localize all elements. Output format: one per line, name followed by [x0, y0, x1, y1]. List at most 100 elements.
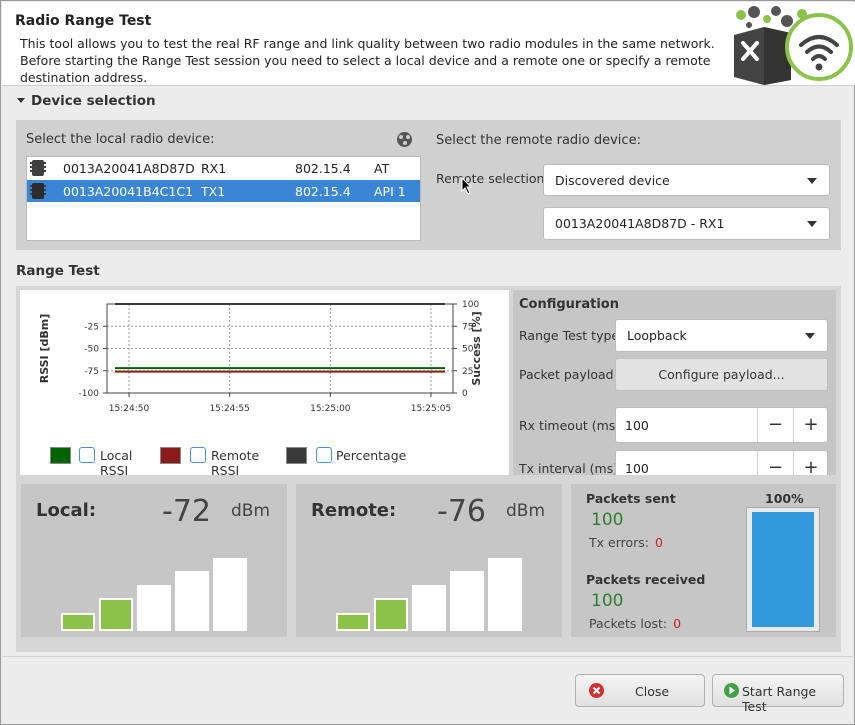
dialog-description: This tool allows you to test the real RF…	[20, 36, 715, 85]
local-rssi-meter: Local: -72 dBm	[21, 484, 287, 637]
signal-bar	[412, 585, 446, 631]
packets-received-value: 100	[591, 591, 624, 611]
rx-timeout-value[interactable]: 100	[625, 418, 649, 433]
start-range-test-label: Start Range Test	[742, 684, 817, 714]
start-range-test-button[interactable]: Start Range Test	[712, 674, 844, 714]
dialog-header: Radio Range Test This tool allows you to…	[2, 2, 855, 86]
packets-lost-label: Packets lost:	[589, 616, 668, 631]
range-test-type-combo[interactable]: Loopback	[615, 319, 828, 352]
packet-stats-panel: Packets sent 100 Tx errors: 0 Packets rec…	[571, 484, 836, 637]
packets-received-label: Packets received	[586, 572, 706, 587]
chevron-down-icon	[805, 333, 815, 339]
signal-bar	[450, 571, 484, 631]
packets-lost-value: 0	[673, 616, 682, 631]
remote-device-label: Select the remote radio device:	[436, 133, 641, 148]
dialog-title: Radio Range Test	[15, 13, 152, 29]
device-mac: 0013A20041A8D87D	[63, 161, 195, 176]
rssi-chart-panel: -25 -50 -75 -100 100 75 50 25 0 15:24:50 15:24:55 1…	[20, 290, 509, 478]
remote-device-combo[interactable]: 0013A20041A8D87D - RX1	[543, 207, 830, 240]
tx-interval-label: Tx interval (ms):	[519, 461, 623, 475]
bottom-separator	[2, 656, 855, 657]
y-axis-label: RSSI [dBm]	[38, 314, 51, 384]
signal-bar	[374, 598, 408, 631]
remote-selection-value: Discovered device	[555, 173, 670, 188]
range-test-type-label: Range Test type:	[519, 328, 624, 343]
y-tick-label: -25	[84, 322, 99, 332]
signal-bar	[137, 585, 171, 631]
percentage-legend-label: Percentage	[336, 448, 407, 463]
discover-devices-icon[interactable]	[397, 132, 412, 147]
remote-rssi-checkbox[interactable]	[190, 447, 206, 463]
range-test-dialog: Radio Range Test This tool allows you to…	[0, 0, 855, 725]
device-protocol: 802.15.4	[295, 184, 351, 199]
range-test-logo-icon	[734, 6, 853, 85]
percentage-checkbox[interactable]	[316, 447, 332, 463]
remote-rssi-legend-label: Remote RSSI	[211, 448, 260, 478]
device-protocol: 802.15.4	[295, 161, 351, 176]
range-test-title: Range Test	[16, 263, 100, 279]
configuration-title: Configuration	[519, 297, 619, 312]
percentage-swatch	[286, 447, 307, 464]
signal-bar	[99, 598, 133, 631]
device-name: TX1	[201, 184, 226, 199]
y2-axis-label: Success [%]	[470, 311, 483, 385]
configuration-panel: Configuration Range Test type: Loopback …	[513, 290, 836, 475]
tx-interval-decrement-button[interactable]: −	[757, 451, 793, 475]
device-mode: API 1	[374, 184, 406, 199]
x-tick-label: 15:24:55	[209, 404, 249, 414]
tx-interval-spinner[interactable]: 100 − +	[615, 450, 828, 475]
remote-selection-label: Remote selection:	[436, 171, 549, 186]
packet-payload-label: Packet payload:	[519, 367, 618, 382]
collapse-arrow-icon[interactable]	[17, 98, 25, 103]
y2-tick-label: 100	[462, 300, 479, 310]
local-rssi-legend-label: Local RSSI	[100, 448, 133, 478]
local-rssi-value: -72	[162, 494, 211, 529]
remote-rssi-swatch	[160, 447, 181, 464]
signal-bar	[175, 571, 209, 631]
radio-module-icon	[30, 160, 46, 176]
local-rssi-swatch	[50, 447, 71, 464]
rssi-chart: -25-50-75-100100755025015:24:50 15:24:55 1…	[38, 300, 483, 414]
local-device-list[interactable]: 0013A20041A8D87D RX1 802.15.4 AT 0013A20…	[26, 156, 421, 241]
local-meter-label: Local:	[36, 500, 97, 521]
remote-rssi-unit: dBm	[506, 501, 546, 521]
success-percent-bar	[746, 507, 820, 632]
configure-payload-button[interactable]: Configure payload...	[615, 358, 828, 391]
close-icon	[589, 683, 604, 698]
signal-bar	[336, 613, 370, 631]
close-button[interactable]: Close	[575, 674, 705, 707]
device-name: RX1	[201, 161, 227, 176]
x-tick-label: 15:24:50	[109, 404, 150, 414]
remote-device-value: 0013A20041A8D87D - RX1	[555, 216, 725, 231]
y-tick-label: -100	[79, 389, 100, 399]
play-icon	[724, 683, 739, 698]
y-tick-label: -50	[84, 345, 99, 355]
rx-timeout-decrement-button[interactable]: −	[757, 408, 793, 442]
remote-selection-combo[interactable]: Discovered device	[543, 164, 830, 196]
tx-interval-increment-button[interactable]: +	[793, 451, 828, 475]
signal-bar	[213, 558, 247, 631]
tx-errors-value: 0	[655, 535, 663, 550]
remote-meter-label: Remote:	[311, 500, 397, 521]
close-button-label: Close	[635, 684, 670, 699]
rx-timeout-spinner[interactable]: 100 − +	[615, 407, 828, 443]
local-rssi-checkbox[interactable]	[79, 447, 95, 463]
device-row-tx1[interactable]: 0013A20041B4C1C1 TX1 802.15.4 API 1	[27, 180, 420, 202]
chevron-down-icon	[807, 221, 817, 227]
signal-bar	[488, 558, 522, 631]
y-tick-label: -75	[84, 367, 99, 377]
radio-module-icon	[30, 183, 46, 199]
success-percent-fill	[752, 512, 814, 627]
x-tick-label: 15:25:00	[310, 404, 351, 414]
rx-timeout-label: Rx timeout (ms):	[519, 418, 625, 433]
remote-rssi-meter: Remote: -76 dBm	[296, 484, 562, 637]
device-mac: 0013A20041B4C1C1	[63, 184, 194, 199]
tx-interval-value[interactable]: 100	[625, 461, 649, 475]
local-rssi-unit: dBm	[231, 501, 271, 521]
local-device-label: Select the local radio device:	[26, 132, 215, 147]
remote-rssi-value: -76	[437, 494, 486, 529]
device-selection-title[interactable]: Device selection	[31, 93, 156, 109]
rx-timeout-increment-button[interactable]: +	[793, 408, 828, 442]
device-row-rx1[interactable]: 0013A20041A8D87D RX1 802.15.4 AT	[27, 157, 420, 179]
y2-tick-label: 0	[462, 389, 468, 399]
